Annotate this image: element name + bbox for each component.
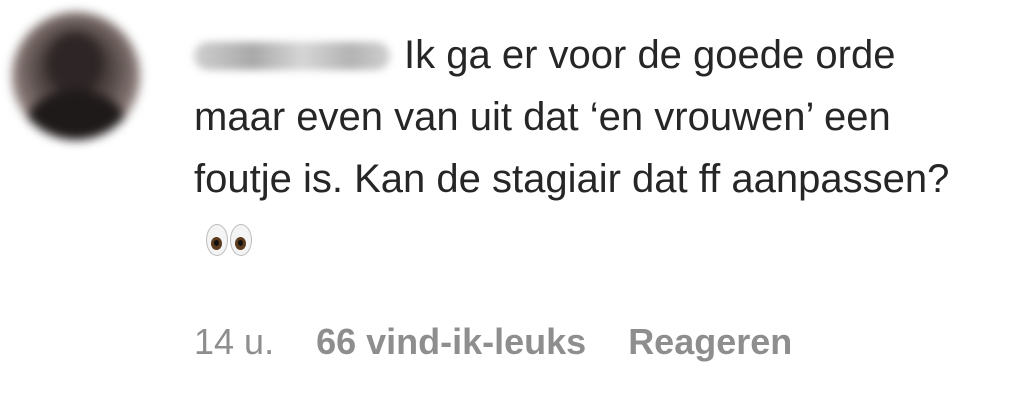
likes-count[interactable]: 66 vind-ik-leuks — [316, 321, 586, 362]
reply-button[interactable]: Reageren — [628, 321, 792, 362]
comment: nanoahhIk ga er voor de goede orde maar … — [0, 0, 1022, 404]
avatar-shoulders — [26, 90, 126, 140]
eyes-emoji-icon — [204, 224, 256, 258]
avatar[interactable] — [12, 12, 140, 140]
timestamp: 14 u. — [194, 321, 275, 362]
comment-meta: 14 u. 66 vind-ik-leuks Reageren — [194, 318, 792, 366]
avatar-head — [46, 32, 104, 96]
username[interactable]: nanoahh — [194, 42, 390, 70]
comment-body: nanoahhIk ga er voor de goede orde maar … — [194, 24, 994, 272]
